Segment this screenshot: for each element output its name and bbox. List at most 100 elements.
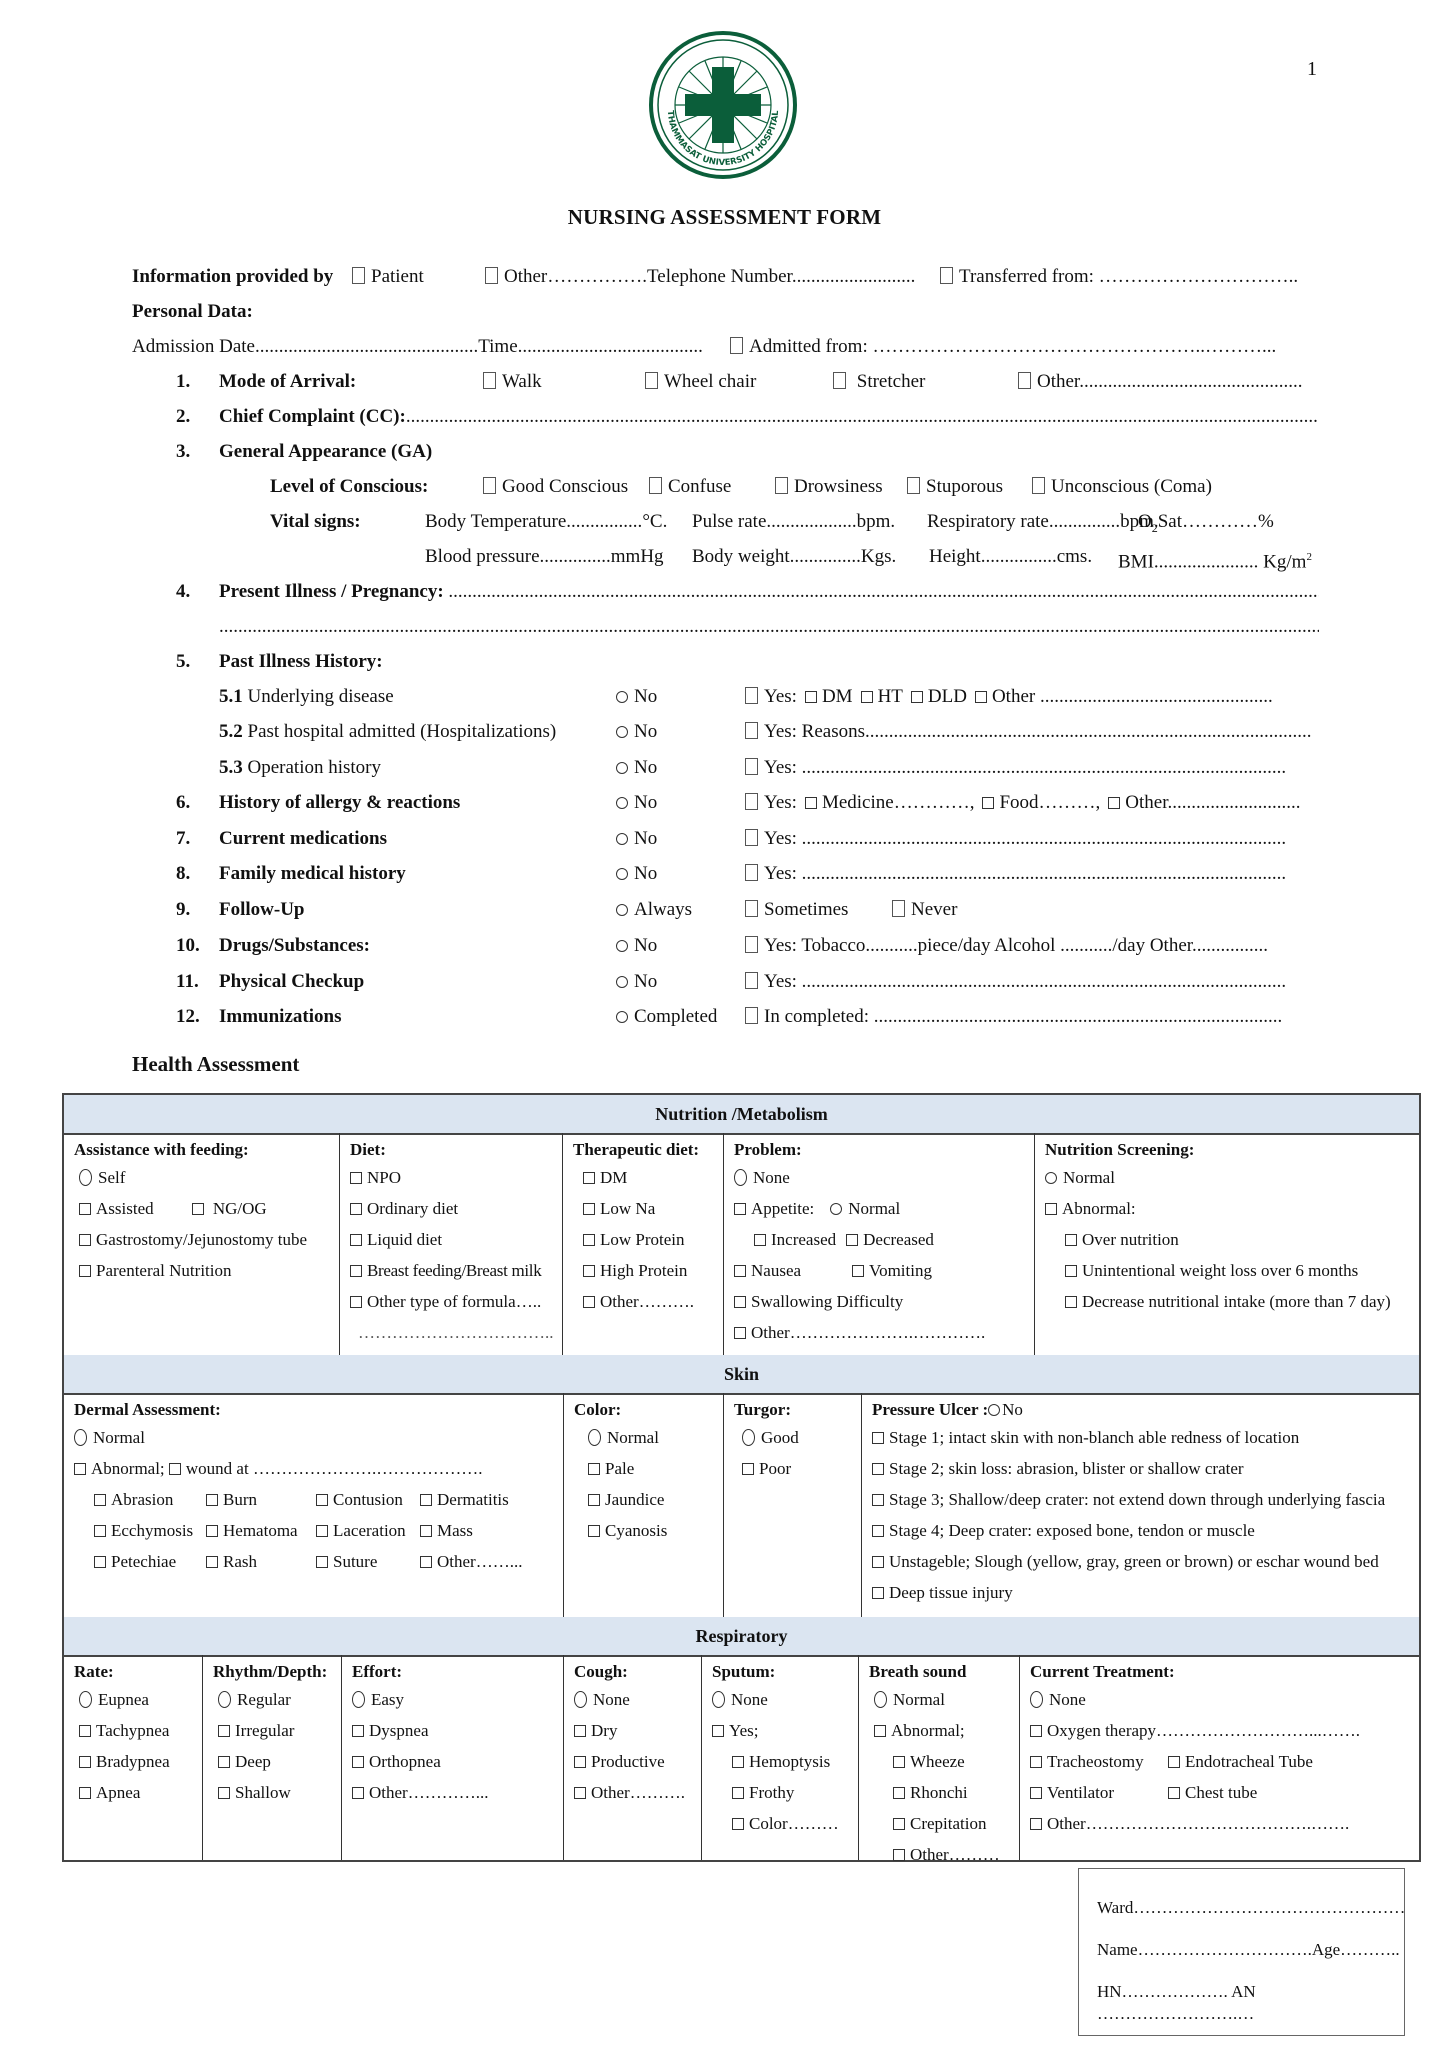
checkbox[interactable]	[74, 1463, 86, 1475]
checkbox[interactable]	[352, 267, 365, 284]
feeding-assisted-option[interactable]: Assisted	[79, 1199, 154, 1218]
checkbox[interactable]	[775, 477, 788, 494]
checkbox[interactable]	[1065, 1265, 1077, 1277]
arrival-other-option[interactable]: Other...................................…	[1018, 370, 1302, 394]
treatment-endotracheal-option[interactable]: Endotracheal Tube	[1168, 1752, 1313, 1771]
checkbox[interactable]	[982, 797, 995, 809]
history-yes-option[interactable]: Yes: DM HT DLD Other .......................…	[745, 685, 1273, 709]
history-radio-option[interactable]: No	[616, 970, 657, 994]
history-radio-option[interactable]: No	[616, 862, 657, 886]
history-yes-option[interactable]: Yes: ...................................…	[745, 862, 1286, 886]
checkbox[interactable]	[352, 1756, 364, 1768]
checkbox[interactable]	[893, 1756, 905, 1768]
history-sub-option[interactable]: Other ..................................…	[974, 686, 1273, 707]
ward-field[interactable]: Ward…………………………………………	[1097, 1897, 1405, 1919]
color-option[interactable]: Pale	[574, 1458, 723, 1480]
rate-option[interactable]: Apnea	[74, 1782, 202, 1804]
name-age-field[interactable]: Name………………………….Age………..	[1097, 1939, 1404, 1961]
breath-normal-option[interactable]: Normal	[869, 1689, 1019, 1711]
checkbox[interactable]	[79, 1756, 91, 1768]
history-radio-option[interactable]: No	[616, 827, 657, 851]
checkbox[interactable]	[745, 687, 758, 704]
checkbox[interactable]	[745, 864, 758, 881]
history-radio-option[interactable]: Completed	[616, 1005, 717, 1029]
dermal-normal-option[interactable]: Normal	[74, 1427, 563, 1449]
info-patient-option[interactable]: Patient	[352, 265, 424, 289]
checkbox[interactable]	[907, 477, 920, 494]
checkbox[interactable]	[1045, 1203, 1057, 1215]
checkbox[interactable]	[350, 1296, 362, 1308]
color-option[interactable]: Jaundice	[574, 1489, 723, 1511]
diet-liquid-option[interactable]: Liquid diet	[350, 1229, 562, 1251]
history-radio-option[interactable]: Always	[616, 898, 692, 922]
problem-nausea-option[interactable]: Nausea	[734, 1260, 852, 1282]
checkbox[interactable]	[742, 1463, 754, 1475]
history-radio-option[interactable]: No	[616, 934, 657, 958]
checkbox[interactable]	[1018, 372, 1031, 389]
rhythm-radio-option[interactable]: Regular	[213, 1689, 341, 1711]
dermal-option[interactable]: Abrasion	[94, 1489, 206, 1511]
treatment-oxygen-option[interactable]: Oxygen therapy………………………...…….	[1030, 1720, 1419, 1742]
breath-option[interactable]: Crepitation	[869, 1813, 1019, 1835]
diet-other-formula-option[interactable]: Other type of formula…..	[350, 1291, 562, 1313]
turgor-poor-option[interactable]: Poor	[734, 1458, 861, 1480]
conscious-good-option[interactable]: Good Conscious	[483, 475, 628, 499]
conscious-unconscious-option[interactable]: Unconscious (Coma)	[1032, 475, 1212, 499]
checkbox[interactable]	[1168, 1756, 1180, 1768]
radio-button[interactable]	[79, 1169, 92, 1186]
sputum-option[interactable]: Frothy	[712, 1782, 858, 1804]
pulse-rate-field[interactable]: Pulse rate...................bpm.	[692, 510, 895, 534]
radio-button[interactable]	[616, 726, 628, 738]
problem-vomiting-option[interactable]: Vomiting	[852, 1261, 932, 1280]
history-sub-option[interactable]: Medicine…………,	[804, 792, 974, 813]
checkbox[interactable]	[316, 1525, 328, 1537]
height-field[interactable]: Height................cms.	[929, 545, 1092, 569]
treatment-chest-tube-option[interactable]: Chest tube	[1168, 1783, 1257, 1802]
turgor-good-option[interactable]: Good	[734, 1427, 861, 1449]
radio-button[interactable]	[988, 1404, 1001, 1416]
checkbox[interactable]	[833, 372, 846, 389]
checkbox[interactable]	[588, 1525, 600, 1537]
feeding-self-option[interactable]: Self	[74, 1167, 339, 1189]
checkbox[interactable]	[893, 1787, 905, 1799]
checkbox[interactable]	[649, 477, 662, 494]
checkbox[interactable]	[420, 1525, 432, 1537]
effort-option[interactable]: Orthopnea	[352, 1751, 563, 1773]
radio-button[interactable]	[616, 1011, 628, 1023]
color-normal-option[interactable]: Normal	[574, 1427, 723, 1449]
history-sub-option[interactable]: Food………,	[982, 792, 1100, 813]
o2sat-field[interactable]: O2Sat…………%	[1138, 510, 1274, 540]
problem-appetite-option[interactable]: Appetite:	[734, 1199, 814, 1218]
therapeutic-option[interactable]: Low Na	[573, 1198, 723, 1220]
checkbox[interactable]	[732, 1787, 744, 1799]
radio-button[interactable]	[830, 1203, 843, 1215]
history-yes-option[interactable]: Yes: ...................................…	[745, 756, 1286, 780]
radio-button[interactable]	[616, 833, 628, 845]
checkbox[interactable]	[893, 1818, 905, 1830]
history-radio-option[interactable]: No	[616, 756, 657, 780]
dermal-option[interactable]: Dermatitis	[420, 1489, 520, 1511]
sputum-yes-option[interactable]: Yes;	[712, 1720, 858, 1742]
blood-pressure-field[interactable]: Blood pressure...............mmHg	[425, 545, 664, 569]
checkbox[interactable]	[860, 691, 873, 703]
checkbox[interactable]	[352, 1787, 364, 1799]
checkbox[interactable]	[732, 1756, 744, 1768]
radio-button[interactable]	[79, 1691, 92, 1708]
pressure-stage-option[interactable]: Stage 1; intact skin with non-blanch abl…	[872, 1427, 1419, 1449]
history-sub-option[interactable]: Other............................	[1108, 792, 1301, 813]
color-option[interactable]: Cyanosis	[574, 1520, 723, 1542]
problem-none-option[interactable]: None	[734, 1167, 1034, 1189]
checkbox[interactable]	[745, 829, 758, 846]
history-radio-option[interactable]: No	[616, 791, 657, 815]
info-other-option[interactable]: Other…………….Telephone Number.............…	[485, 265, 915, 289]
pressure-stage-option[interactable]: Unstageble; Slough (yellow, gray, green …	[872, 1551, 1419, 1573]
present-illness-line-2[interactable]: ........................................…	[219, 615, 1319, 639]
cough-radio-option[interactable]: None	[574, 1689, 701, 1711]
dermal-option[interactable]: Petechiae	[94, 1551, 206, 1573]
checkbox[interactable]	[574, 1787, 586, 1799]
checkbox[interactable]	[852, 1265, 864, 1277]
feeding-gastrostomy-option[interactable]: Gastrostomy/Jejunostomy tube	[74, 1229, 339, 1251]
checkbox[interactable]	[804, 797, 817, 809]
dermal-option[interactable]: Rash	[206, 1551, 316, 1573]
present-illness-field[interactable]: Present Illness / Pregnancy: ...........…	[219, 580, 1319, 604]
